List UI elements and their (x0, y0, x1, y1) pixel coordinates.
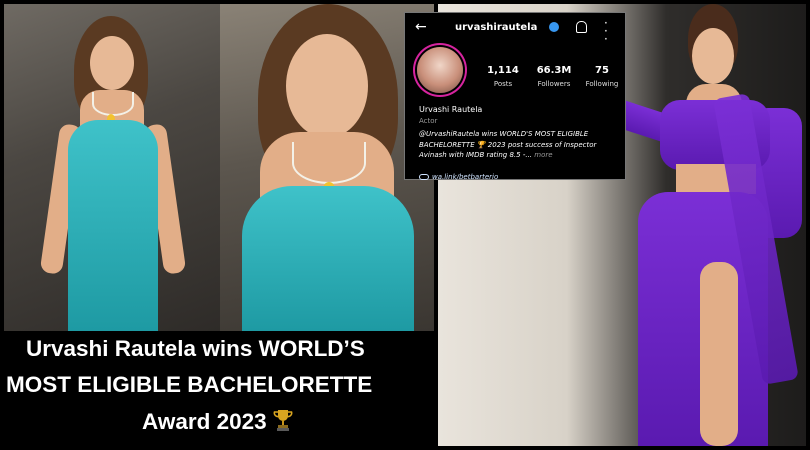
news-thumbnail: ← urvashirautela · · · 1,114 Posts 66.3M F… (0, 0, 810, 450)
profile-bio: @UrvashiRautela wins WORLD'S MOST ELIGIB… (419, 129, 619, 161)
following-count: 75 (595, 65, 609, 76)
more-options-icon[interactable]: · · · (604, 17, 608, 45)
photo-teal-gown-full (4, 4, 220, 331)
stat-following[interactable]: 75 Following (577, 65, 627, 88)
posts-count: 1,114 (487, 65, 519, 76)
bio-text: @UrvashiRautela wins WORLD'S MOST ELIGIB… (419, 130, 597, 159)
profile-avatar[interactable] (417, 47, 463, 93)
stat-followers[interactable]: 66.3M Followers (529, 65, 579, 88)
photo-teal-gown-closeup (220, 4, 434, 331)
headline-line-2: MOST ELIGIBLE BACHELORETTE (6, 372, 373, 397)
instagram-header: ← urvashirautela · · · (405, 17, 625, 45)
profile-link-text[interactable]: wa.link/betbarterio (432, 173, 498, 181)
instagram-username: urvashirautela (455, 22, 538, 33)
trophy-icon (273, 408, 293, 438)
link-icon (419, 174, 429, 180)
notification-bell-icon[interactable] (576, 21, 587, 33)
headline-caption: Urvashi Rautela wins WORLD’S MOST ELIGIB… (0, 334, 436, 446)
bio-more-link[interactable]: more (534, 151, 552, 159)
profile-link[interactable]: wa.link/betbarterio (419, 173, 498, 181)
followers-label: Followers (537, 80, 571, 88)
headline-line-1: Urvashi Rautela wins WORLD’S (26, 336, 365, 361)
posts-label: Posts (493, 80, 513, 88)
back-arrow-icon[interactable]: ← (415, 19, 427, 35)
followers-count: 66.3M (536, 65, 572, 76)
instagram-profile-card: ← urvashirautela · · · 1,114 Posts 66.3M F… (404, 12, 627, 181)
profile-category: Actor (419, 117, 438, 125)
stat-posts[interactable]: 1,114 Posts (478, 65, 528, 88)
verified-badge-icon (549, 22, 559, 32)
headline-line-3-text: Award 2023 (142, 408, 267, 434)
profile-display-name: Urvashi Rautela (419, 105, 483, 114)
following-label: Following (585, 80, 619, 88)
headline-line-3: Award 2023 (142, 408, 293, 438)
